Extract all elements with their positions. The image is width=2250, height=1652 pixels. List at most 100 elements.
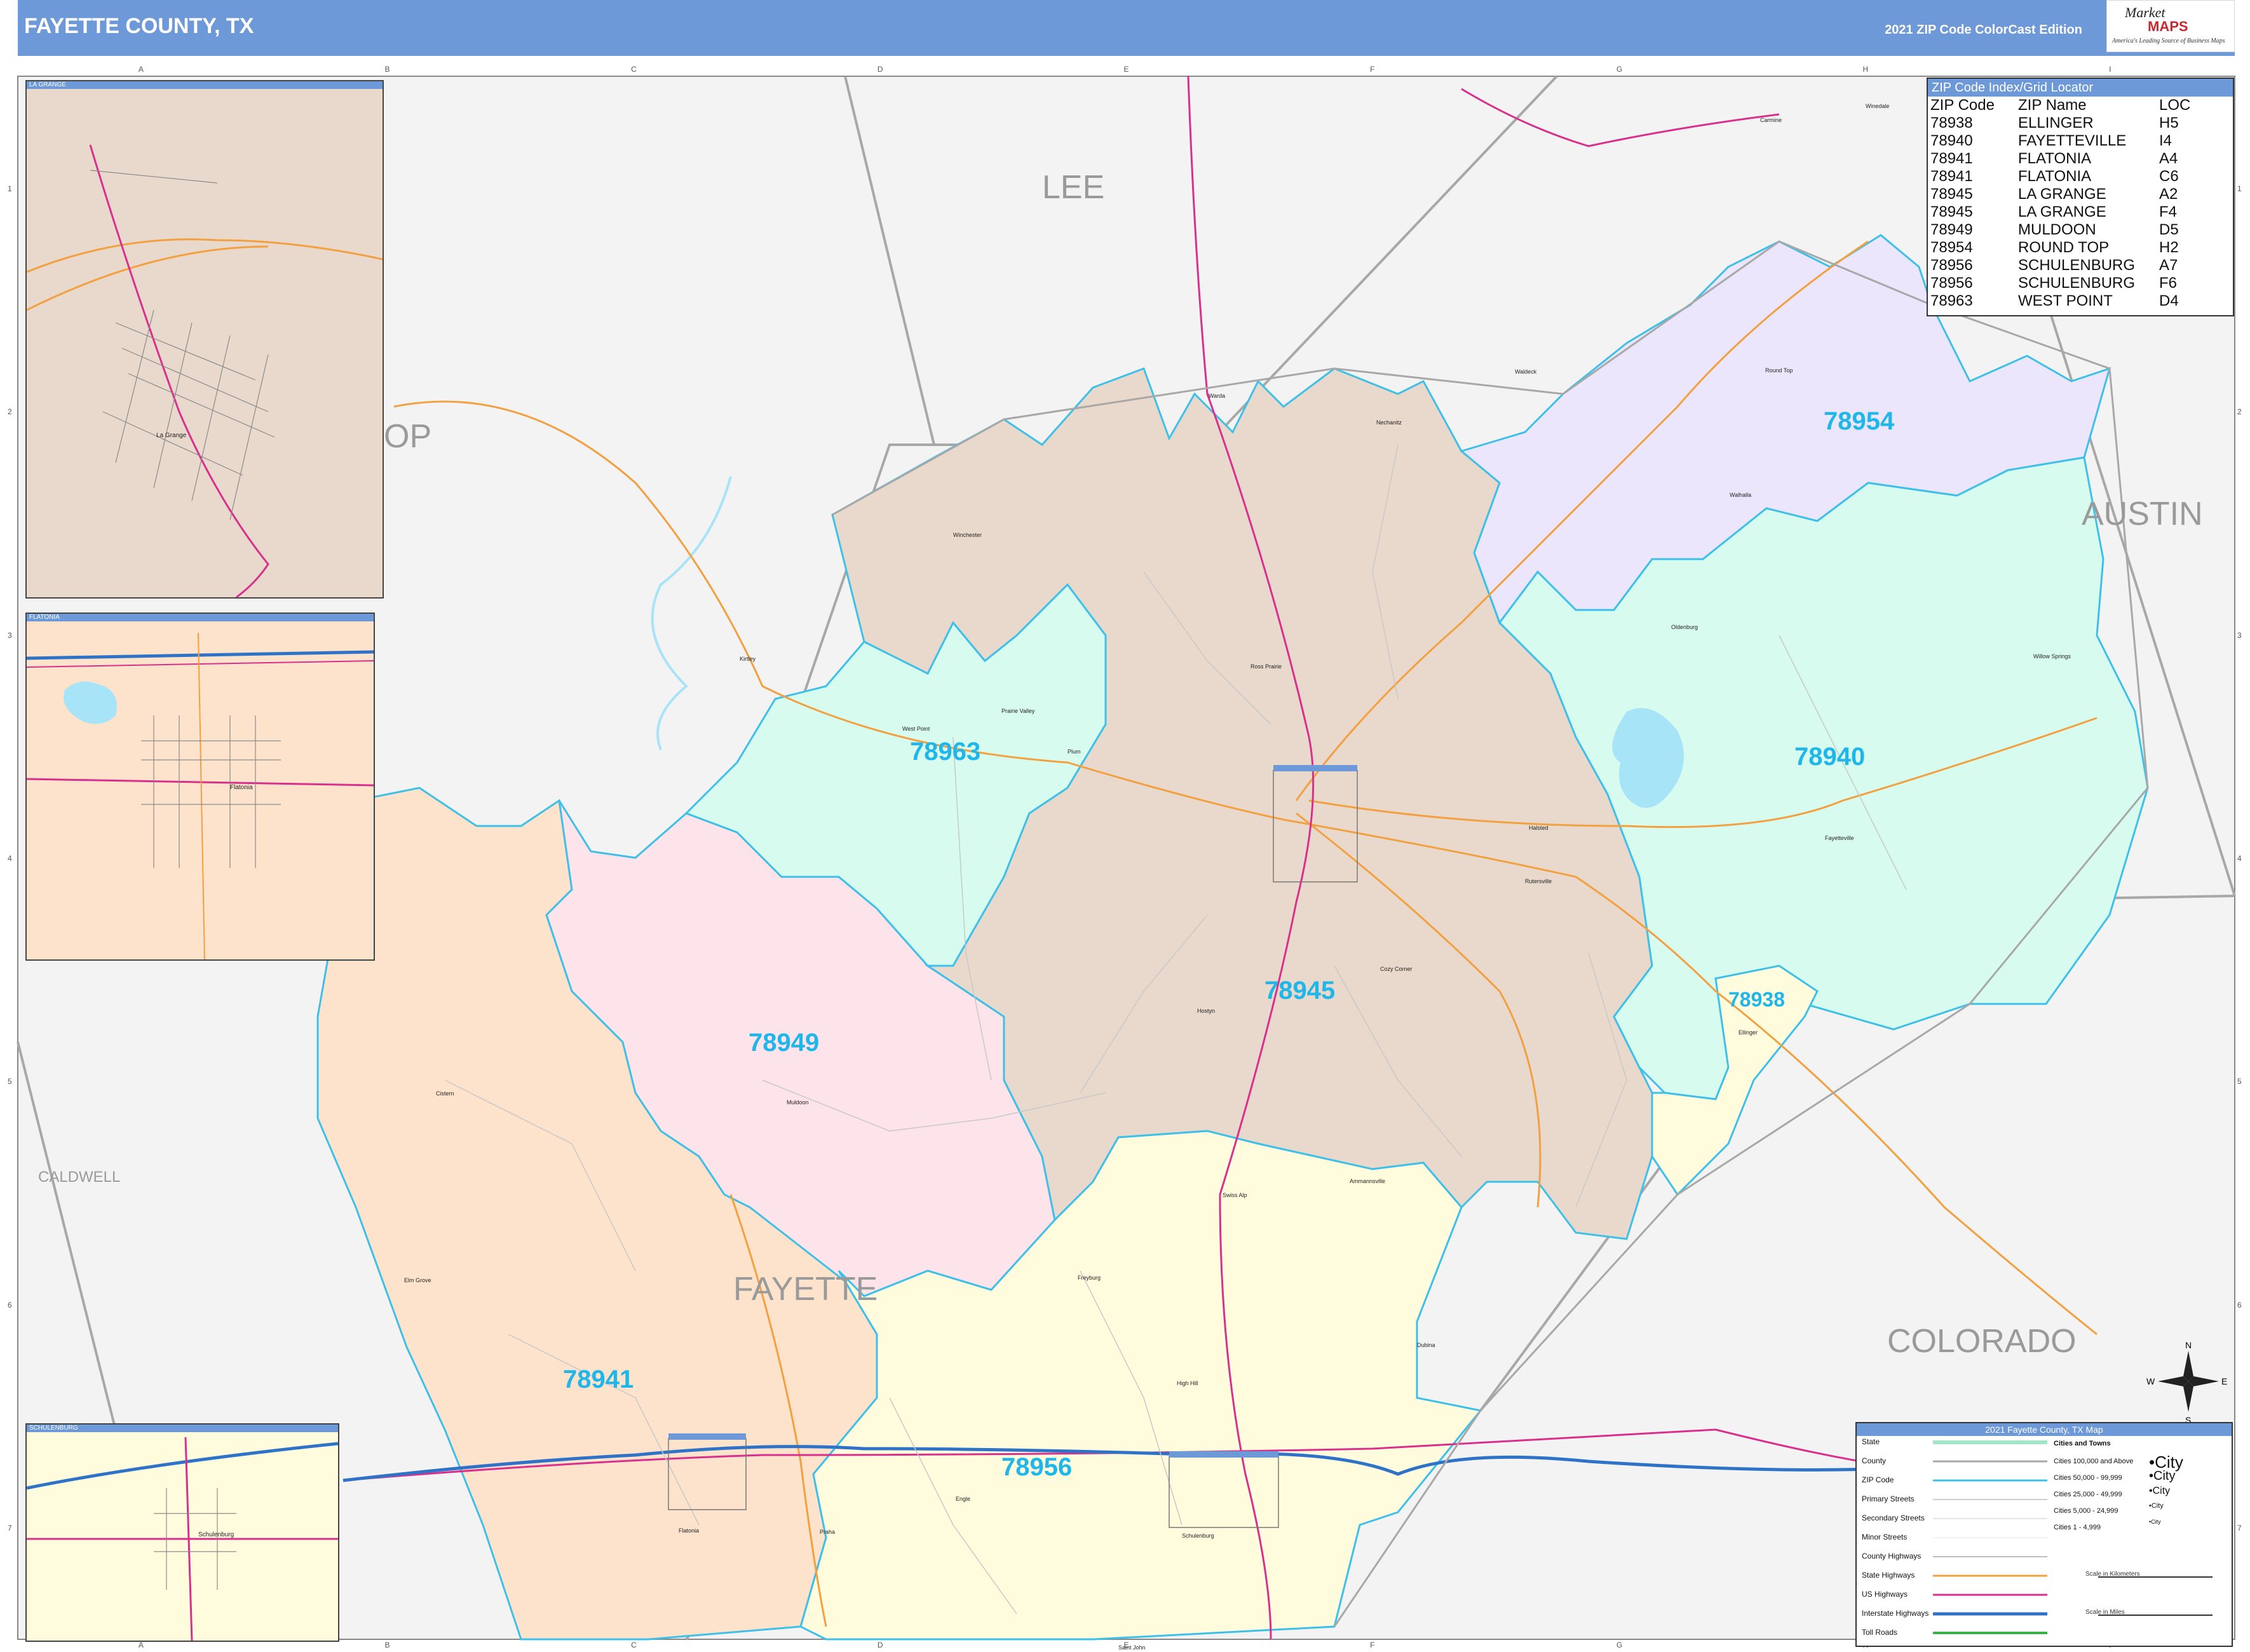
zip-index-row: 78940 FAYETTEVILLE I4 (1930, 132, 2190, 150)
zip-index-name: SCHULENBURG (2018, 274, 2136, 292)
town-west-point: West Point (902, 726, 930, 732)
inset-flatonia[interactable]: FLATONIA Flatonia (25, 613, 375, 961)
inset-flatonia-town: Flatonia (230, 784, 253, 791)
county-label-caldwell: CALDWELL (38, 1168, 120, 1186)
legend-title: 2021 Fayette County, TX Map (1857, 1423, 2232, 1436)
town-prairie-valley: Prairie Valley (1001, 708, 1035, 714)
zip-index-name: FLATONIA (2018, 168, 2092, 185)
town-engle: Engle (956, 1496, 970, 1502)
legend-city-sample: •City (2149, 1469, 2176, 1483)
zip-index-zip: 78945 (1930, 186, 1973, 203)
zip-index-table: ZIP Code ZIP Name LOC 78938 ELLINGER H5 789… (1930, 97, 2190, 310)
zip-code-index: ZIP Code Index/Grid Locator ZIP Code ZIP… (1927, 78, 2234, 316)
town-schulenburg: Schulenburg (1182, 1533, 1214, 1539)
town-praha: Praha (820, 1529, 835, 1535)
legend-city-sample: •City (2149, 1502, 2164, 1510)
zip-index-name: WEST POINT (2018, 292, 2113, 309)
zip-index-body: 78938 ELLINGER H5 78940 FAYETTEVILLE I4 78941 F… (1930, 114, 2190, 310)
zip-index-loc: A7 (2159, 257, 2178, 274)
legend-item-interstate-highways: Interstate Highways (1862, 1609, 1929, 1618)
town-waldeck: Waldeck (1515, 369, 1537, 375)
town-swiss-alp: Swiss Alp (1223, 1192, 1247, 1198)
town-saint-john: Saint John (1118, 1644, 1146, 1651)
zip-label-78949: 78949 (749, 1029, 819, 1057)
zip-index-row: 78945 LA GRANGE A2 (1930, 186, 2190, 203)
town-muldoon: Muldoon (787, 1099, 809, 1106)
town-willow-springs: Willow Springs (2033, 653, 2071, 660)
legend-city-size: Cities 50,000 - 99,999 (2054, 1474, 2122, 1482)
town-oldenburg: Oldenburg (1671, 624, 1698, 630)
town-halsted: Halsted (1529, 825, 1549, 831)
zip-index-row: 78956 SCHULENBURG A7 (1930, 257, 2190, 274)
zip-index-loc: I4 (2159, 132, 2172, 149)
town-round-top: Round Top (1765, 367, 1793, 374)
zip-index-loc: F6 (2159, 274, 2178, 292)
zip-label-78954: 78954 (1824, 407, 1895, 435)
zip-index-zip: 78941 (1930, 150, 1973, 167)
legend-city-size: Cities 25,000 - 49,999 (2054, 1491, 2122, 1498)
town-rutersville: Rutersville (1525, 878, 1552, 884)
zip-index-header-row: ZIP Code ZIP Name LOC (1930, 97, 2190, 114)
zip-index-col-name: ZIP Name (2018, 97, 2087, 114)
zip-index-row: 78954 ROUND TOP H2 (1930, 239, 2190, 257)
zip-index-name: SCHULENBURG (2018, 257, 2136, 274)
zip-index-name: FAYETTEVILLE (2018, 132, 2127, 149)
town-ross-prairie: Ross Prairie (1250, 663, 1282, 670)
zip-index-row: 78949 MULDOON D5 (1930, 221, 2190, 239)
zip-index-name: MULDOON (2018, 221, 2096, 238)
zip-label-78956: 78956 (1001, 1453, 1072, 1481)
town-freyburg: Freyburg (1078, 1275, 1101, 1281)
legend-item-secondary-streets: Secondary Streets (1862, 1513, 1925, 1522)
inset-flatonia-map: Flatonia (27, 632, 374, 959)
zip-index-row: 78941 FLATONIA C6 (1930, 168, 2190, 186)
town-nechanitz: Nechanitz (1376, 419, 1402, 426)
town-cistern: Cistern (436, 1090, 454, 1097)
town-carmine: Carmine (1760, 117, 1782, 123)
legend-item-state: State (1862, 1437, 1880, 1446)
la-grange-locator-bar (1273, 765, 1357, 771)
town-kirtley: Kirtley (740, 656, 756, 662)
zip-index-row: 78945 LA GRANGE F4 (1930, 203, 2190, 221)
zip-index-name: FLATONIA (2018, 150, 2092, 167)
zip-label-78941: 78941 (563, 1365, 634, 1393)
legend-city-sample: •City (2149, 1519, 2161, 1525)
town-walhalla: Walhalla (1730, 492, 1751, 498)
zip-index-row: 78941 FLATONIA A4 (1930, 150, 2190, 168)
zip-index-loc: D4 (2159, 292, 2179, 309)
inset-la-grange[interactable]: LA GRANGE La Grange (25, 80, 384, 599)
compass-w: W (2146, 1376, 2155, 1386)
zip-index-zip: 78956 (1930, 274, 1973, 292)
town-plum: Plum (1067, 748, 1081, 755)
town-ammannsville: Ammannsville (1350, 1178, 1385, 1184)
county-label-fayette: FAYETTE (733, 1271, 878, 1308)
legend-city-title: Cities and Towns (2054, 1440, 2111, 1447)
town-warda: Warda (1209, 393, 1225, 399)
zip-index-zip: 78963 (1930, 292, 1973, 309)
town-winchester: Winchester (953, 532, 982, 538)
legend-scale-km: Scale in Kilometers (2085, 1571, 2140, 1578)
legend-item-primary-streets: Primary Streets (1862, 1494, 1915, 1503)
flatonia-locator-bar (668, 1433, 746, 1440)
zip-index-loc: H2 (2159, 239, 2179, 256)
town-high-hill: High Hill (1177, 1380, 1198, 1386)
legend-city-size: Cities 100,000 and Above (2054, 1458, 2134, 1465)
inset-la-grange-map: La Grange (27, 144, 383, 597)
legend-item-us-highways: US Highways (1862, 1590, 1908, 1599)
legend-city-size: Cities 1 - 4,999 (2054, 1524, 2101, 1531)
town-fayetteville: Fayetteville (1825, 835, 1854, 841)
zip-label-78963: 78963 (910, 738, 980, 766)
zip-index-zip: 78949 (1930, 221, 1973, 238)
legend-scale-mi: Scale in Miles (2085, 1609, 2125, 1616)
legend-item-zip-code: ZIP Code (1862, 1475, 1894, 1484)
zip-index-row: 78956 SCHULENBURG F6 (1930, 274, 2190, 292)
compass-n: N (2185, 1340, 2192, 1350)
zip-index-title: ZIP Code Index/Grid Locator (1928, 79, 2233, 97)
inset-la-grange-town: La Grange (156, 432, 187, 439)
inset-schulenburg[interactable]: SCHULENBURG Schulenburg (25, 1423, 339, 1642)
county-label-bastrop: OP (384, 418, 431, 455)
zip-index-col-loc: LOC (2159, 97, 2191, 114)
zip-index-loc: C6 (2159, 168, 2179, 185)
town-ellinger: Ellinger (1738, 1029, 1758, 1036)
zip-index-name: ELLINGER (2018, 114, 2094, 132)
zip-index-name: LA GRANGE (2018, 186, 2106, 203)
